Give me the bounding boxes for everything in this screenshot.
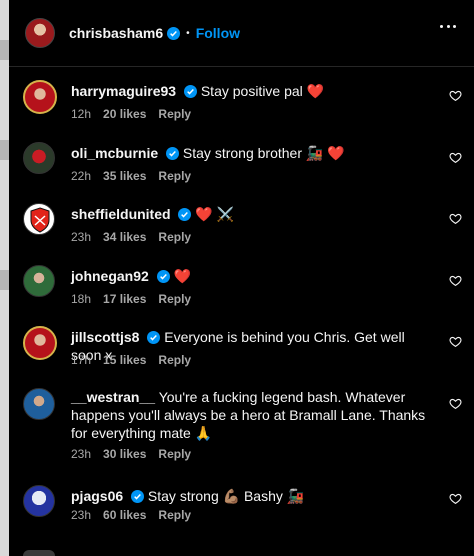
reply-button[interactable]: Reply (158, 353, 191, 367)
comment-username[interactable]: sheffieldunited (71, 206, 171, 222)
comment-content: harrymaguire93 Stay positive pal ❤️ (71, 82, 431, 100)
comment-meta: 22h 35 likes Reply (71, 169, 191, 183)
post-author-username[interactable]: chrisbasham6 (69, 25, 163, 41)
reply-button[interactable]: Reply (158, 107, 191, 121)
comment-text: ❤️ (173, 268, 192, 284)
verified-badge-icon (167, 26, 181, 40)
comment-likes[interactable]: 60 likes (103, 508, 146, 522)
separator-dot: • (186, 27, 190, 39)
like-heart-icon[interactable] (449, 335, 462, 348)
verified-badge-icon (178, 208, 192, 221)
avatar[interactable] (23, 203, 55, 235)
comment-likes[interactable]: 17 likes (103, 292, 146, 306)
comment-text: Stay strong brother 🚂 ❤️ (182, 145, 345, 161)
comment-likes[interactable]: 20 likes (103, 107, 146, 121)
comment-meta: 18h 17 likes Reply (71, 292, 191, 306)
reply-button[interactable]: Reply (158, 169, 191, 183)
comment-meta: 12h 20 likes Reply (71, 107, 191, 121)
comment-time: 12h (71, 107, 92, 121)
comment-time: 18h (71, 292, 92, 306)
like-heart-icon[interactable] (449, 151, 462, 164)
background-window-edge (0, 0, 9, 556)
comments-panel: chrisbasham6 • Follow harrymaguire93 Sta… (9, 0, 474, 556)
follow-button[interactable]: Follow (196, 25, 240, 41)
reply-button[interactable]: Reply (158, 447, 191, 461)
comment-content: pjags06 Stay strong 💪🏽 Bashy 🚂 (71, 487, 431, 505)
avatar[interactable] (23, 265, 55, 297)
background-shade (0, 140, 9, 160)
comment-meta: 17h 15 likes Reply (71, 353, 191, 367)
verified-badge-icon (131, 490, 145, 503)
avatar[interactable] (23, 80, 57, 114)
reply-button[interactable]: Reply (158, 292, 191, 306)
comment-content: sheffieldunited ❤️ ⚔️ (71, 205, 431, 223)
verified-badge-icon (156, 270, 170, 283)
comment-time: 23h (71, 230, 92, 244)
background-shade (0, 270, 9, 290)
like-heart-icon[interactable] (449, 274, 462, 287)
comment-content: johnegan92 ❤️ (71, 267, 431, 285)
post-header: chrisbasham6 • Follow (9, 0, 474, 67)
comment-meta: 23h 34 likes Reply (71, 230, 191, 244)
comment-content: __westran__ You're a fucking legend bash… (71, 388, 431, 442)
comment-time: 23h (71, 447, 92, 461)
like-heart-icon[interactable] (449, 212, 462, 225)
comment-meta: 23h 30 likes Reply (71, 447, 191, 461)
verified-badge-icon (147, 331, 161, 344)
next-comment-avatar-partial (23, 550, 55, 556)
comment-likes[interactable]: 15 likes (103, 353, 146, 367)
verified-badge-icon (166, 147, 180, 160)
avatar[interactable] (23, 326, 57, 360)
comment-likes[interactable]: 34 likes (103, 230, 146, 244)
reply-button[interactable]: Reply (158, 230, 191, 244)
reply-button[interactable]: Reply (158, 508, 191, 522)
comment-username[interactable]: pjags06 (71, 488, 123, 504)
verified-badge-icon (183, 85, 197, 98)
comment-username[interactable]: oli_mcburnie (71, 145, 158, 161)
comment-time: 22h (71, 169, 92, 183)
comment-text: ❤️ ⚔️ (195, 206, 235, 222)
club-crest-icon (30, 207, 50, 233)
comment-likes[interactable]: 30 likes (103, 447, 146, 461)
like-heart-icon[interactable] (449, 89, 462, 102)
comment-likes[interactable]: 35 likes (103, 169, 146, 183)
comment-username[interactable]: johnegan92 (71, 268, 149, 284)
like-heart-icon[interactable] (449, 492, 462, 505)
comment-text: Stay strong 💪🏽 Bashy 🚂 (147, 488, 305, 504)
comment-username[interactable]: harrymaguire93 (71, 83, 176, 99)
avatar[interactable] (23, 388, 55, 420)
avatar[interactable] (23, 142, 55, 174)
avatar[interactable] (25, 18, 55, 48)
comment-content: oli_mcburnie Stay strong brother 🚂 ❤️ (71, 144, 431, 162)
comment-username[interactable]: __westran__ (71, 389, 155, 405)
comment-time: 23h (71, 508, 92, 522)
comment-time: 17h (71, 353, 92, 367)
avatar[interactable] (23, 485, 55, 517)
like-heart-icon[interactable] (449, 397, 462, 410)
comment-username[interactable]: jillscottjs8 (71, 329, 139, 345)
more-options-icon[interactable] (440, 25, 456, 29)
comment-meta: 23h 60 likes Reply (71, 508, 191, 522)
background-shade (0, 40, 9, 60)
comment-text: Stay positive pal ❤️ (200, 83, 325, 99)
